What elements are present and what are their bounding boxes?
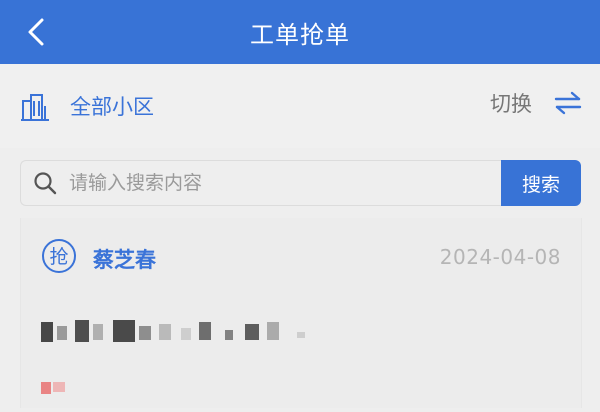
redacted-text: [41, 318, 331, 346]
community-name[interactable]: 全部小区: [70, 91, 154, 121]
swap-arrows-icon: [554, 91, 582, 115]
order-card[interactable]: 抢 蔡芝春 2024-04-08: [20, 218, 582, 408]
search-input[interactable]: [67, 171, 471, 195]
page-title: 工单抢单: [250, 20, 350, 49]
grab-badge-char: 抢: [49, 246, 68, 268]
building-icon: [21, 94, 49, 121]
order-date: 2024-04-08: [439, 245, 561, 269]
redacted-red-mark: [41, 382, 71, 412]
community-bar: 全部小区 切换: [0, 64, 600, 148]
switch-label: 切换: [490, 92, 532, 116]
grab-order-icon: 抢: [42, 239, 76, 273]
search-icon: [34, 172, 57, 195]
chevron-left-icon: [28, 18, 44, 46]
search-box: [20, 160, 504, 206]
search-row: 搜索: [0, 148, 600, 218]
assignee-name: 蔡芝春: [93, 248, 156, 272]
switch-community-button[interactable]: 切换: [490, 88, 582, 118]
app-header: 工单抢单: [0, 0, 600, 64]
back-button[interactable]: [18, 14, 54, 50]
search-button[interactable]: 搜索: [501, 160, 581, 206]
